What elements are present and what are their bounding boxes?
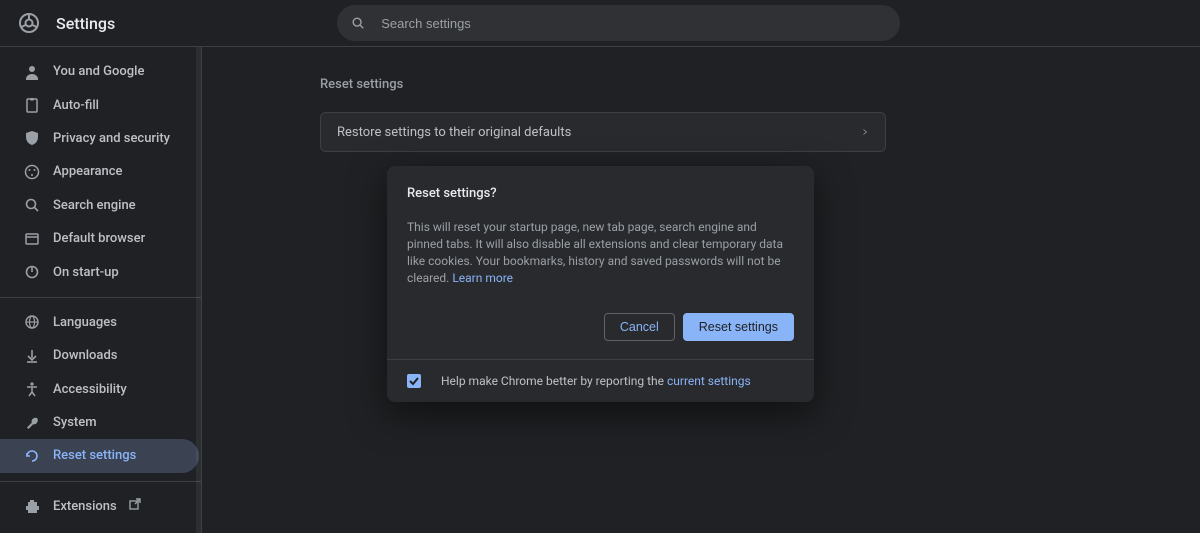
learn-more-link[interactable]: Learn more: [452, 271, 513, 285]
reset-settings-button[interactable]: Reset settings: [683, 313, 794, 341]
current-settings-link[interactable]: current settings: [667, 374, 751, 388]
reset-settings-dialog: Reset settings? This will reset your sta…: [387, 166, 814, 402]
dialog-body: This will reset your startup page, new t…: [407, 219, 794, 287]
cancel-button[interactable]: Cancel: [604, 313, 675, 341]
dialog-footer-text: Help make Chrome better by reporting the…: [441, 374, 751, 388]
check-icon: [408, 375, 420, 387]
report-checkbox[interactable]: [407, 374, 421, 388]
dialog-title: Reset settings?: [407, 186, 794, 201]
